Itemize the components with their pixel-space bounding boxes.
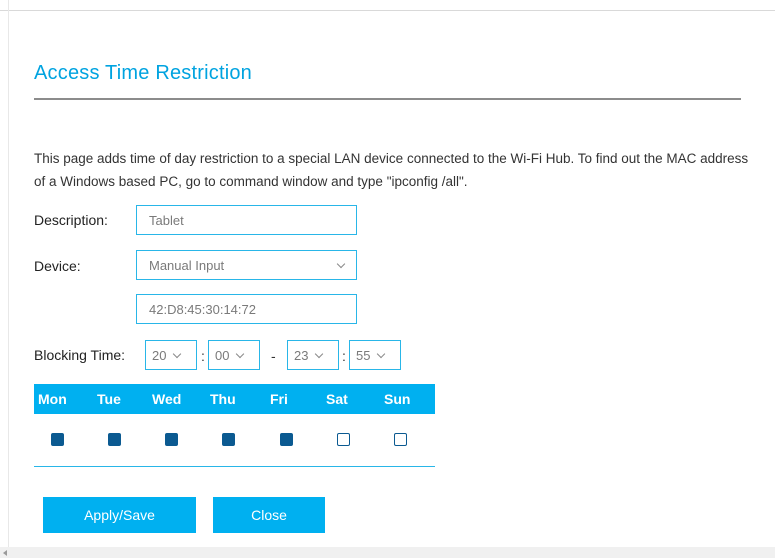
intro-text: This page adds time of day restriction t… <box>34 151 749 189</box>
day-label-wed: Wed <box>152 391 182 407</box>
scroll-left-arrow-icon[interactable] <box>3 550 7 556</box>
end-minute-value: 55 <box>356 347 371 363</box>
description-value: Tablet <box>149 212 184 228</box>
apply-save-button[interactable]: Apply/Save <box>43 497 196 533</box>
mac-address-value: 42:D8:45:30:14:72 <box>149 301 256 317</box>
chevron-down-icon <box>173 349 182 358</box>
day-label-tue: Tue <box>97 391 121 407</box>
window-left-border <box>8 0 9 558</box>
description-label: Description: <box>34 212 108 228</box>
time-range-dash: - <box>271 348 276 364</box>
device-selected-value: Manual Input <box>149 257 225 273</box>
close-button[interactable]: Close <box>213 497 325 533</box>
checkbox-mon[interactable] <box>51 433 64 446</box>
mac-address-input[interactable]: 42:D8:45:30:14:72 <box>136 294 357 324</box>
blocking-time-label: Blocking Time: <box>34 347 126 363</box>
chevron-down-icon <box>236 349 245 358</box>
description-input[interactable]: Tablet <box>136 205 357 235</box>
end-hour-select[interactable]: 23 <box>287 340 339 370</box>
end-minute-select[interactable]: 55 <box>349 340 401 370</box>
checkbox-fri[interactable] <box>280 433 293 446</box>
checkbox-thu[interactable] <box>222 433 235 446</box>
day-label-mon: Mon <box>38 391 67 407</box>
day-label-thu: Thu <box>210 391 236 407</box>
checkbox-sun[interactable] <box>394 433 407 446</box>
chevron-down-icon <box>336 259 346 268</box>
end-hour-value: 23 <box>294 347 309 363</box>
title-divider <box>34 98 741 100</box>
time-colon: : <box>342 348 346 364</box>
time-colon: : <box>201 348 205 364</box>
day-label-sun: Sun <box>384 391 411 407</box>
checkbox-tue[interactable] <box>108 433 121 446</box>
checkbox-wed[interactable] <box>165 433 178 446</box>
chevron-down-icon <box>315 349 324 358</box>
start-minute-select[interactable]: 00 <box>208 340 260 370</box>
page-title: Access Time Restriction <box>34 62 252 84</box>
day-label-sat: Sat <box>326 391 348 407</box>
chevron-down-icon <box>377 349 386 358</box>
horizontal-scrollbar[interactable] <box>0 547 775 558</box>
device-label: Device: <box>34 258 81 274</box>
days-divider <box>34 466 435 467</box>
start-hour-value: 20 <box>152 347 167 363</box>
start-minute-value: 00 <box>215 347 230 363</box>
start-hour-select[interactable]: 20 <box>145 340 197 370</box>
device-select[interactable]: Manual Input <box>136 250 357 280</box>
day-label-fri: Fri <box>270 391 288 407</box>
checkbox-sat[interactable] <box>337 433 350 446</box>
window-top-border <box>0 10 775 11</box>
